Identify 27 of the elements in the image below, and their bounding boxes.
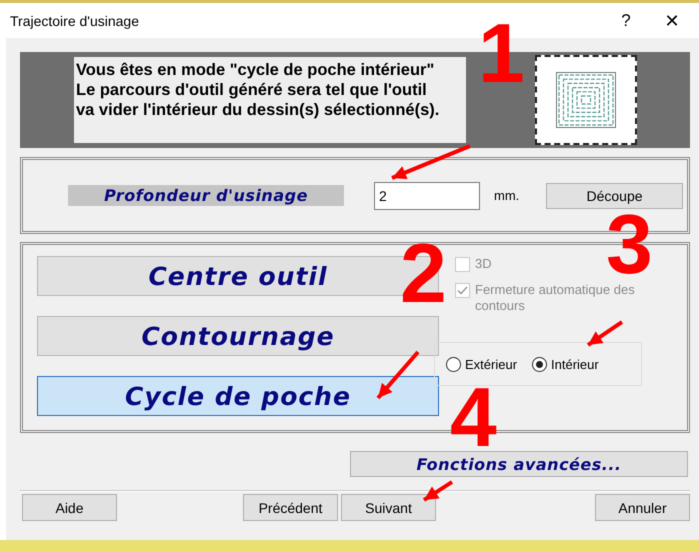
info-text: Vous êtes en mode "cycle de poche intérieur" Le parcours d'outil généré sera tel que l'outil va vider l'intérieur du dessin(s) sélectionné(s). (74, 57, 466, 143)
radio-button[interactable] (446, 356, 461, 372)
radio-label: Intérieur (551, 356, 599, 372)
depth-label: Profondeur d'usinage (68, 185, 344, 206)
radio-label: Extérieur (465, 356, 518, 372)
checkbox-label: Fermeture automatique des contours (475, 282, 636, 314)
advanced-button[interactable]: Fonctions avancées... (350, 451, 688, 477)
checkbox-label: 3D (475, 256, 493, 272)
mode-button[interactable]: Contournage (37, 316, 439, 356)
dialog-button[interactable]: Annuler (595, 494, 690, 521)
help-button[interactable]: ? (603, 10, 649, 30)
close-button[interactable]: ✕ (649, 10, 695, 32)
dialog-button[interactable]: Aide (22, 494, 117, 521)
dialog-button[interactable]: Précédent (243, 494, 338, 521)
annotation-arrow (422, 480, 454, 502)
mode-button[interactable]: Cycle de poche (37, 376, 439, 416)
radio-button[interactable] (532, 356, 548, 372)
unit-label: mm. (494, 188, 520, 203)
annotation-number: 4 (450, 382, 497, 452)
pocket-path-icon (556, 72, 616, 128)
window-title: Trajectoire d'usinage (10, 12, 140, 28)
annotation-arrow (586, 320, 624, 347)
cut-button[interactable]: Découpe (546, 182, 683, 208)
dialog-button[interactable]: Suivant (341, 494, 436, 521)
depth-input[interactable]: 2 (374, 182, 480, 210)
annotation-number: 3 (606, 209, 653, 279)
annotation-arrow (376, 350, 420, 400)
